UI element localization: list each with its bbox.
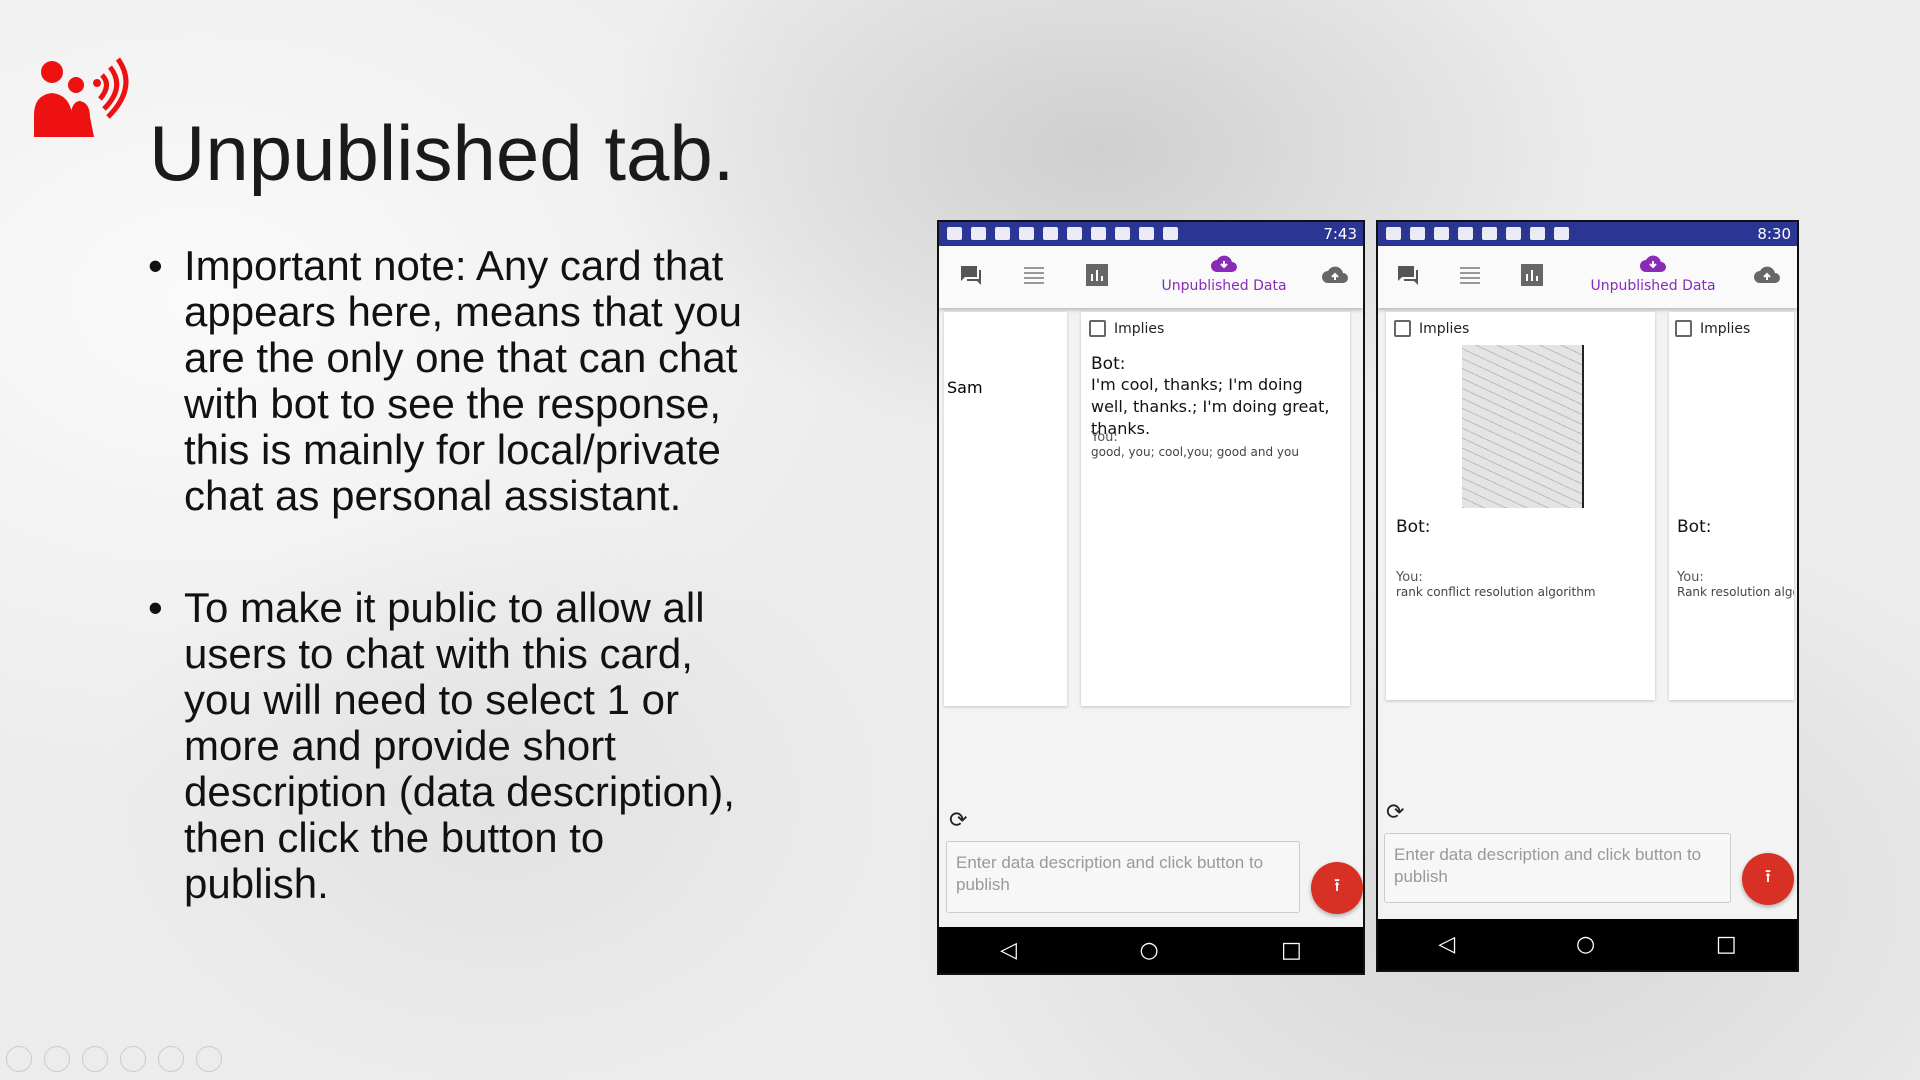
you-label: You: bbox=[1396, 570, 1423, 585]
data-card[interactable]: Implies Bot: You: rank conflict resolutio… bbox=[1386, 312, 1655, 700]
user-input: You: Rank resolution algo bbox=[1677, 570, 1794, 599]
home-icon[interactable]: ○ bbox=[1576, 932, 1595, 957]
pen-icon[interactable] bbox=[82, 1046, 108, 1072]
user-input: You: good, you; cool,you; good and you bbox=[1091, 430, 1341, 459]
home-icon[interactable]: ○ bbox=[1139, 938, 1158, 963]
status-bar: 8:30 bbox=[1378, 222, 1797, 246]
you-text: rank conflict resolution algorithm bbox=[1396, 585, 1596, 599]
implies-checkbox[interactable]: Implies bbox=[1675, 320, 1750, 337]
tab-bar: Unpublished Data bbox=[1378, 246, 1797, 308]
card-name: Sam bbox=[947, 378, 983, 397]
tab-bar: Unpublished Data bbox=[939, 246, 1363, 308]
recents-icon[interactable]: □ bbox=[1281, 938, 1302, 963]
refresh-icon[interactable]: ⟳ bbox=[1386, 800, 1404, 825]
publish-button[interactable]: ⭱ bbox=[1742, 853, 1794, 905]
publish-icon: ⭱ bbox=[1333, 875, 1341, 896]
data-card[interactable]: Sam bbox=[944, 312, 1067, 706]
checkbox-label: Implies bbox=[1114, 320, 1165, 337]
bot-label: Bot: bbox=[1396, 517, 1431, 537]
bullet-text: To make it public to allow all users to … bbox=[148, 585, 744, 907]
implies-checkbox[interactable]: Implies bbox=[1394, 320, 1469, 337]
android-nav-bar: ◁ ○ □ bbox=[939, 927, 1363, 973]
slideshow-controls bbox=[6, 1046, 222, 1072]
table-icon[interactable] bbox=[1458, 264, 1482, 286]
publish-icon: ⭱ bbox=[1764, 866, 1772, 887]
cloud-upload-icon[interactable] bbox=[1321, 264, 1349, 286]
implies-checkbox[interactable]: Implies bbox=[1089, 320, 1164, 337]
data-card[interactable]: Implies Bot: You: Rank resolution algo bbox=[1669, 312, 1794, 700]
tab-unpublished-data[interactable]: Unpublished Data bbox=[1583, 254, 1723, 294]
you-label: You: bbox=[1091, 430, 1118, 445]
publish-button[interactable]: ⭱ bbox=[1311, 862, 1363, 914]
refresh-icon[interactable]: ⟳ bbox=[949, 808, 967, 833]
more-icon[interactable] bbox=[196, 1046, 222, 1072]
phone-screenshot-2: 8:30 Unpublished Data Implies Bot: You: r… bbox=[1376, 220, 1799, 972]
cloud-download-icon bbox=[1211, 255, 1237, 272]
you-label: You: bbox=[1677, 570, 1704, 585]
you-text: Rank resolution algo bbox=[1677, 585, 1794, 599]
cloud-download-icon bbox=[1640, 255, 1666, 272]
slide-title: Unpublished tab. bbox=[149, 109, 735, 197]
cloud-upload-icon[interactable] bbox=[1753, 264, 1781, 286]
chat-icon[interactable] bbox=[1396, 264, 1420, 286]
chat-icon[interactable] bbox=[959, 264, 983, 286]
data-description-input[interactable]: Enter data description and click button … bbox=[946, 841, 1300, 913]
data-card[interactable]: Implies Bot: I'm cool, thanks; I'm doing … bbox=[1081, 312, 1350, 706]
table-icon[interactable] bbox=[1022, 264, 1046, 286]
status-time: 8:30 bbox=[1757, 225, 1791, 243]
back-icon[interactable]: ◁ bbox=[1000, 938, 1017, 963]
android-nav-bar: ◁ ○ □ bbox=[1378, 919, 1797, 970]
bot-response: Bot: I'm cool, thanks; I'm doing well, th… bbox=[1091, 354, 1341, 440]
next-slide-icon[interactable] bbox=[44, 1046, 70, 1072]
checkbox-label: Implies bbox=[1419, 320, 1470, 337]
user-input: You: rank conflict resolution algorithm bbox=[1396, 570, 1651, 599]
phone-screenshot-1: 7:43 Unpublished Data Sam Implies Bot: I'… bbox=[937, 220, 1365, 975]
bot-label: Bot: bbox=[1677, 517, 1712, 537]
bar-chart-icon[interactable] bbox=[1520, 264, 1544, 286]
bullet-text: Important note: Any card that appears he… bbox=[148, 243, 744, 519]
recents-icon[interactable]: □ bbox=[1716, 932, 1737, 957]
logo-icon bbox=[34, 57, 129, 137]
zoom-icon[interactable] bbox=[158, 1046, 184, 1072]
checkbox-label: Implies bbox=[1700, 320, 1751, 337]
slides-icon[interactable] bbox=[120, 1046, 146, 1072]
status-bar: 7:43 bbox=[939, 222, 1363, 246]
status-time: 7:43 bbox=[1323, 225, 1357, 243]
bot-label: Bot: bbox=[1091, 354, 1126, 374]
card-image bbox=[1462, 345, 1584, 508]
tab-label: Unpublished Data bbox=[1161, 278, 1287, 294]
previous-slide-icon[interactable] bbox=[6, 1046, 32, 1072]
bar-chart-icon[interactable] bbox=[1085, 264, 1109, 286]
tab-unpublished-data[interactable]: Unpublished Data bbox=[1154, 254, 1294, 294]
tab-label: Unpublished Data bbox=[1590, 278, 1716, 294]
you-text: good, you; cool,you; good and you bbox=[1091, 445, 1299, 459]
back-icon[interactable]: ◁ bbox=[1438, 932, 1455, 957]
data-description-input[interactable]: Enter data description and click button … bbox=[1384, 833, 1731, 903]
